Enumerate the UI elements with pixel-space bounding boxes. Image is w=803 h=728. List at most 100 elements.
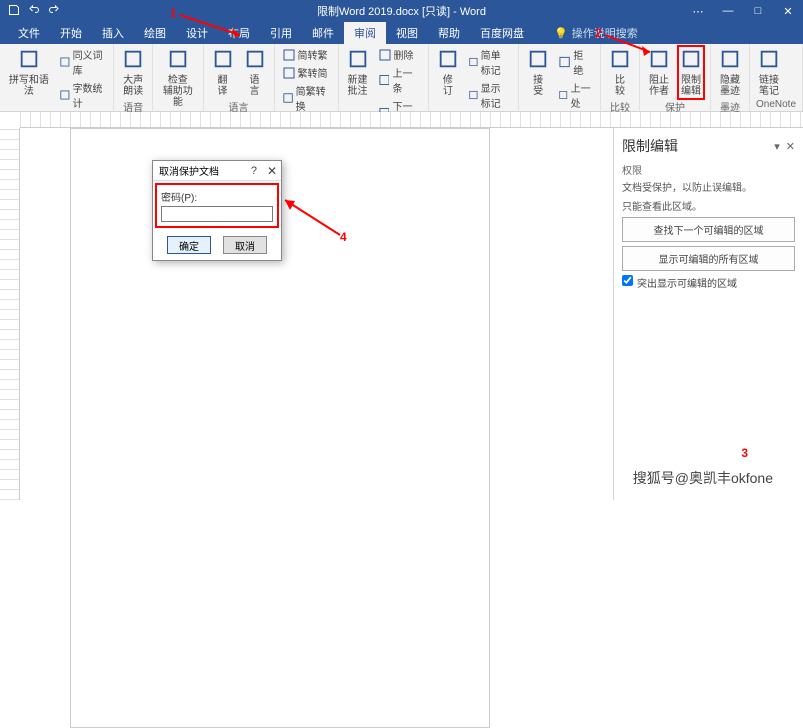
- ribbon-btn-accept[interactable]: 接受: [525, 46, 551, 99]
- ribbon-btn-显示标记[interactable]: 显示标记: [467, 79, 512, 111]
- ribbon-btn-track[interactable]: 修订: [435, 46, 461, 99]
- ribbon-group-保护: 阻止作者限制编辑保护: [640, 44, 711, 111]
- accept-icon: [527, 48, 549, 73]
- ribbon-btn-lang[interactable]: 语言: [242, 46, 268, 99]
- tab-review[interactable]: 审阅: [344, 22, 386, 44]
- tab-mailings[interactable]: 邮件: [302, 22, 344, 44]
- small-icon: [60, 56, 70, 68]
- panel-info-1: 文档受保护，以防止误编辑。: [622, 179, 795, 194]
- comment-icon: [347, 48, 369, 73]
- restrict-icon: [680, 48, 702, 73]
- tab-file[interactable]: 文件: [8, 22, 50, 44]
- redo-icon[interactable]: [48, 4, 60, 19]
- dialog-close-icon[interactable]: ✕: [267, 164, 277, 178]
- ribbon-group-校对: 拼写和语法同义词库字数统计校对: [0, 44, 114, 111]
- ribbon-btn-block[interactable]: 阻止作者: [646, 46, 672, 99]
- highlight-regions-checkbox[interactable]: 突出显示可编辑的区域: [622, 275, 795, 290]
- tab-home[interactable]: 开始: [50, 22, 92, 44]
- restrict-editing-panel: 限制编辑 ▾ ✕ 权限 文档受保护，以防止误编辑。 只能查看此区域。 查找下一个…: [613, 128, 803, 500]
- tab-draw[interactable]: 绘图: [134, 22, 176, 44]
- onenote-icon: [758, 48, 780, 73]
- panel-info-2: 只能查看此区域。: [622, 198, 795, 213]
- ribbon-btn-简转繁[interactable]: 简转繁: [281, 46, 332, 63]
- dialog-help-icon[interactable]: ?: [251, 165, 257, 177]
- show-all-regions-button[interactable]: 显示可编辑的所有区域: [622, 246, 795, 271]
- annotation-2: 2: [595, 26, 602, 40]
- ribbon-btn-spell[interactable]: 拼写和语法: [6, 46, 52, 99]
- vertical-ruler[interactable]: [0, 128, 20, 500]
- tab-layout[interactable]: 布局: [218, 22, 260, 44]
- ribbon-btn-a11y[interactable]: 检查辅助功能: [159, 46, 196, 110]
- minimize-button[interactable]: —: [713, 0, 743, 22]
- ribbon-btn-繁转简[interactable]: 繁转简: [281, 64, 332, 81]
- ribbon-btn-ink[interactable]: 隐藏墨迹: [717, 46, 743, 99]
- tab-view[interactable]: 视图: [386, 22, 428, 44]
- ribbon-group-修订: 修订简单标记显示标记审阅窗格修订: [429, 44, 519, 111]
- ink-icon: [719, 48, 741, 73]
- title-bar: 限制Word 2019.docx [只读] - Word ⋯ — □ ✕: [0, 0, 803, 22]
- ribbon-group-比较: 比较比较: [601, 44, 640, 111]
- ribbon-group-语言: 翻译语言语言: [204, 44, 275, 111]
- highlight-regions-input[interactable]: [622, 275, 633, 286]
- ribbon-group-中文简繁转换: 简转繁繁转简简繁转换中文简繁转换: [275, 44, 339, 111]
- tab-insert[interactable]: 插入: [92, 22, 134, 44]
- password-input[interactable]: [161, 206, 273, 222]
- ribbon-group-OneNote: 链接笔记OneNote: [750, 44, 803, 111]
- speak-icon: [122, 48, 144, 73]
- small-icon: [559, 56, 570, 68]
- dialog-ok-button[interactable]: 确定: [167, 236, 211, 254]
- maximize-button[interactable]: □: [743, 0, 773, 22]
- small-icon: [469, 89, 478, 101]
- ribbon-btn-简繁转换[interactable]: 简繁转换: [281, 82, 332, 114]
- workspace: 限制编辑 ▾ ✕ 权限 文档受保护，以防止误编辑。 只能查看此区域。 查找下一个…: [0, 128, 803, 500]
- ribbon-btn-上一条[interactable]: 上一条: [377, 64, 422, 96]
- ribbon-btn-compare[interactable]: 比较: [607, 46, 633, 99]
- tab-design[interactable]: 设计: [176, 22, 218, 44]
- dialog-titlebar[interactable]: 取消保护文档 ? ✕: [153, 161, 281, 181]
- ribbon-btn-translate[interactable]: 翻译: [210, 46, 236, 99]
- annotation-3: 3: [741, 446, 748, 460]
- panel-close-icon[interactable]: ✕: [786, 140, 795, 153]
- ribbon-btn-简单标记[interactable]: 简单标记: [467, 46, 512, 78]
- ribbon-group-更改: 接受拒绝上一处下一处更改: [519, 44, 601, 111]
- tab-help[interactable]: 帮助: [428, 22, 470, 44]
- ribbon-btn-删除[interactable]: 删除: [377, 46, 422, 63]
- small-icon: [559, 89, 568, 101]
- unprotect-dialog: 取消保护文档 ? ✕ 密码(P): 确定 取消: [152, 160, 282, 261]
- password-label: 密码(P):: [161, 189, 273, 204]
- ribbon-btn-speak[interactable]: 大声朗读: [120, 46, 146, 99]
- block-icon: [648, 48, 670, 73]
- dialog-cancel-button[interactable]: 取消: [223, 236, 267, 254]
- ribbon-options-icon[interactable]: ⋯: [683, 0, 713, 22]
- undo-icon[interactable]: [28, 4, 40, 19]
- dialog-title-text: 取消保护文档: [159, 163, 219, 178]
- small-icon: [283, 67, 295, 79]
- small-icon: [283, 92, 293, 104]
- save-icon[interactable]: [8, 4, 20, 19]
- ribbon-btn-字数统计[interactable]: 字数统计: [58, 79, 107, 111]
- window-title: 限制Word 2019.docx [只读] - Word: [317, 3, 486, 19]
- annotation-4: 4: [340, 230, 347, 244]
- close-button[interactable]: ✕: [773, 0, 803, 22]
- horizontal-ruler[interactable]: [20, 112, 803, 128]
- ribbon-btn-拒绝[interactable]: 拒绝: [557, 46, 594, 78]
- ribbon-btn-同义词库[interactable]: 同义词库: [58, 46, 107, 78]
- lightbulb-icon: 💡: [554, 27, 568, 40]
- dialog-body: 密码(P):: [155, 183, 279, 228]
- watermark: 搜狐号@奥凯丰okfone: [633, 468, 773, 488]
- quick-access-toolbar: [0, 4, 60, 19]
- small-icon: [283, 49, 295, 61]
- ribbon: 拼写和语法同义词库字数统计校对大声朗读语音检查辅助功能辅助功能翻译语言语言简转繁…: [0, 44, 803, 112]
- find-next-region-button[interactable]: 查找下一个可编辑的区域: [622, 217, 795, 242]
- ribbon-btn-onenote[interactable]: 链接笔记: [756, 46, 782, 99]
- panel-options-icon[interactable]: ▾: [774, 140, 780, 153]
- tab-references[interactable]: 引用: [260, 22, 302, 44]
- a11y-icon: [167, 48, 189, 73]
- document-area[interactable]: [20, 128, 613, 500]
- ribbon-btn-comment[interactable]: 新建批注: [345, 46, 371, 99]
- ribbon-group-批注: 新建批注删除上一条下一条显示批注批注: [339, 44, 429, 111]
- ribbon-btn-restrict[interactable]: 限制编辑: [678, 46, 704, 99]
- ribbon-btn-上一处[interactable]: 上一处: [557, 79, 594, 111]
- small-icon: [379, 49, 391, 61]
- tab-baidu[interactable]: 百度网盘: [470, 22, 534, 44]
